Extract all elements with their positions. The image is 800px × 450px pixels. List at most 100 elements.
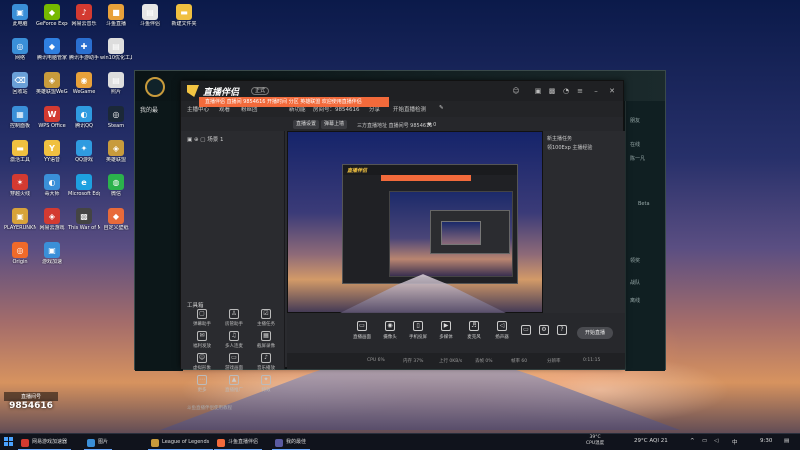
desktop-icon[interactable]: ▬ 激活工具: [4, 140, 36, 163]
league-side-text[interactable]: 战队: [630, 279, 640, 286]
desktop-icon-label: 斗鱼直播: [105, 21, 126, 27]
taskbar-app[interactable]: 斗鱼直播伴侣: [214, 435, 263, 450]
league-side-text[interactable]: 离线: [630, 297, 640, 304]
desktop-icon[interactable]: ◎ Origin: [4, 242, 36, 265]
close-icon[interactable]: ✕: [607, 86, 617, 96]
desktop-icon[interactable]: ✦ QQ游戏: [68, 140, 100, 163]
start-live-button[interactable]: 开始直播: [577, 327, 613, 339]
desktop-icon[interactable]: eMicrosoft Edge: [68, 174, 100, 197]
league-side-text[interactable]: 陈一凡: [630, 155, 645, 162]
desktop-icon[interactable]: ■ 斗鱼直播: [100, 4, 132, 27]
control-button[interactable]: ▯ 手机投屏: [405, 321, 431, 340]
desktop-icon[interactable]: ◐ 毒大师: [36, 174, 68, 197]
toolbox-item[interactable]: ♫ 多人连麦: [219, 331, 249, 349]
taskbar-app[interactable]: League of Legends: [148, 435, 214, 450]
desktop-icon[interactable]: ▣PLAYERUNKNOWN'S BATTLEGROUNDS: [4, 208, 36, 231]
control-label: 麦克风: [467, 335, 481, 340]
avatar-icon[interactable]: ☺: [511, 86, 521, 96]
danmu-wall-button[interactable]: 弹幕上墙: [321, 120, 348, 129]
clock[interactable]: 9:30: [760, 438, 772, 444]
tray-up-icon[interactable]: ^: [690, 438, 695, 444]
league-side-text[interactable]: 领奖: [630, 257, 640, 264]
desktop-icon[interactable]: W WPS Office: [36, 106, 68, 129]
side-info-line[interactable]: 新主播任务: [547, 135, 572, 142]
side-info-line[interactable]: 领100Exp 主播经验: [547, 144, 592, 151]
control-icon: ◉: [385, 321, 395, 331]
desktop-icon[interactable]: ▩This War of Mine: [68, 208, 100, 231]
taskbar-app[interactable]: 图片: [84, 435, 113, 450]
control-button[interactable]: ▶ 多媒体: [433, 321, 459, 340]
toolbox-item[interactable]: ▢ 弹幕助手: [187, 309, 217, 327]
toolbox-item[interactable]: ⋯ 更多: [187, 375, 217, 393]
minimize-icon[interactable]: –: [591, 86, 601, 96]
weather-widget[interactable]: 29°C AQI 21: [634, 438, 668, 444]
desktop-icon[interactable]: ◉ WeGame: [68, 72, 100, 95]
desktop-icon[interactable]: ▣ 此电脑: [4, 4, 36, 27]
volume-icon[interactable]: ◁: [714, 438, 718, 444]
desktop-icon[interactable]: ▬ 新建文件夹: [168, 4, 200, 27]
desktop-icon[interactable]: ◆GeForce Experience: [36, 4, 68, 27]
input-method[interactable]: 中: [732, 438, 738, 446]
toolbox-item[interactable]: ☑ 主播任务: [251, 309, 281, 327]
desktop-icon[interactable]: ◍ 微信: [100, 174, 132, 197]
menu-icon[interactable]: ≡: [575, 86, 585, 96]
desktop-icon[interactable]: ◆ 自定义壁纸: [100, 208, 132, 231]
desktop-icon[interactable]: ▣ 游戏加速: [36, 242, 68, 265]
desktop-icon-label: Origin: [12, 259, 28, 265]
desktop-icon[interactable]: ◎ 网络: [4, 38, 36, 61]
toolbox-item[interactable]: ▲ 直播推广: [219, 375, 249, 393]
room-settings-row: 直播设置 弹幕上墙 三方直播地址 直播间号 9854616 ♥ 0: [181, 117, 623, 131]
control-button[interactable]: ◁ 扬声器: [489, 321, 515, 340]
desktop-icon[interactable]: ✚ 腾讯手游助手: [68, 38, 100, 61]
live-preview[interactable]: 直播伴侣: [287, 131, 543, 314]
desktop-icon-label: 网络: [14, 55, 25, 61]
message-icon[interactable]: ▣: [533, 86, 543, 96]
desktop-icon[interactable]: ✶ 穿越火线: [4, 174, 36, 197]
toolbox-item[interactable]: ✉ 福利发放: [187, 331, 217, 349]
desktop-icon[interactable]: Y YY语音: [36, 140, 68, 163]
toolbox-item[interactable]: ▭ 游戏画面: [219, 353, 249, 371]
help-icon[interactable]: ?: [549, 325, 575, 338]
desktop-icon[interactable]: ▦ 控制面板: [4, 106, 36, 129]
desktop-icon[interactable]: ▤ win10优化工具: [100, 38, 132, 61]
tutorial-link[interactable]: 斗鱼直播伴侣使用教程: [187, 405, 232, 411]
live-version-badge[interactable]: 正式: [251, 87, 270, 95]
desktop-icon[interactable]: ⌫ 回收站: [4, 72, 36, 95]
desktop-icon[interactable]: ♪ 网易云音乐: [68, 4, 100, 27]
toolbox-item[interactable]: ☺ 虚拟形象: [187, 353, 217, 371]
notification-icon[interactable]: ▤: [784, 438, 789, 444]
preview-nested-preview: [389, 191, 513, 277]
league-friends-panel[interactable]: 朋友 在线 陈一凡 Beta 领奖 战队 离线: [625, 101, 665, 371]
desktop-icon-label: 穿越火线: [9, 191, 30, 197]
control-button[interactable]: ◉ 摄像头: [377, 321, 403, 340]
app-icon: ✚: [76, 38, 92, 54]
toolbox-item[interactable]: ♙ 房管助手: [219, 309, 249, 327]
gift-icon[interactable]: ▩: [547, 86, 557, 96]
desktop-icon[interactable]: ▤ 照片: [100, 72, 132, 95]
toolbox-item[interactable]: ♪ 音乐播放: [251, 353, 281, 371]
desktop-icon[interactable]: ◈ 网易云游戏: [36, 208, 68, 231]
live-assistant-window[interactable]: 直播伴侣 正式 ☺ ▣ ▩ ◔ ≡ – ✕ 主播中心 观看 粉丝团 新功能 房间…: [180, 80, 625, 411]
taskbar-app[interactable]: 我的最佳: [272, 435, 311, 450]
notice-banner[interactable]: 直播伴侣 直播间 9854616 开播时间 分区 英雄联盟 欢迎使用直播伴侣: [199, 97, 389, 107]
windows-start-icon[interactable]: [4, 437, 14, 447]
toolbox-item[interactable]: ▦ 截屏录像: [251, 331, 281, 349]
scene-tab[interactable]: ▣ ⊕ ▢ 场景 1: [187, 135, 224, 143]
control-button[interactable]: ♬ 麦克风: [461, 321, 487, 340]
live-room-id-label: 直播间号: [4, 392, 58, 401]
desktop-icon[interactable]: ◐ 腾讯QQ: [68, 106, 100, 129]
network-icon[interactable]: ▭: [702, 438, 707, 444]
desktop-icon[interactable]: ◈ 英雄联盟: [100, 140, 132, 163]
desktop-icon[interactable]: ◎ Steam: [100, 106, 132, 129]
taskbar-app[interactable]: 网易游戏加速器: [18, 435, 72, 450]
edit-icon[interactable]: ✎: [439, 105, 444, 111]
scene-label: 场景 1: [207, 137, 224, 143]
desktop-icon[interactable]: ▤ 斗鱼伴侣: [134, 4, 166, 27]
control-button[interactable]: ▭ 直播画面: [349, 321, 375, 340]
toolbox-item[interactable]: ✦ 特效: [251, 375, 281, 393]
desktop-icon[interactable]: ◈英雄联盟WeGame版: [36, 72, 68, 95]
bell-icon[interactable]: ◔: [561, 86, 571, 96]
live-check-button[interactable]: 开始直播检测: [393, 105, 426, 113]
desktop-icon[interactable]: ◆ 腾讯电脑管家: [36, 38, 68, 61]
live-settings-button[interactable]: 直播设置: [293, 120, 320, 129]
